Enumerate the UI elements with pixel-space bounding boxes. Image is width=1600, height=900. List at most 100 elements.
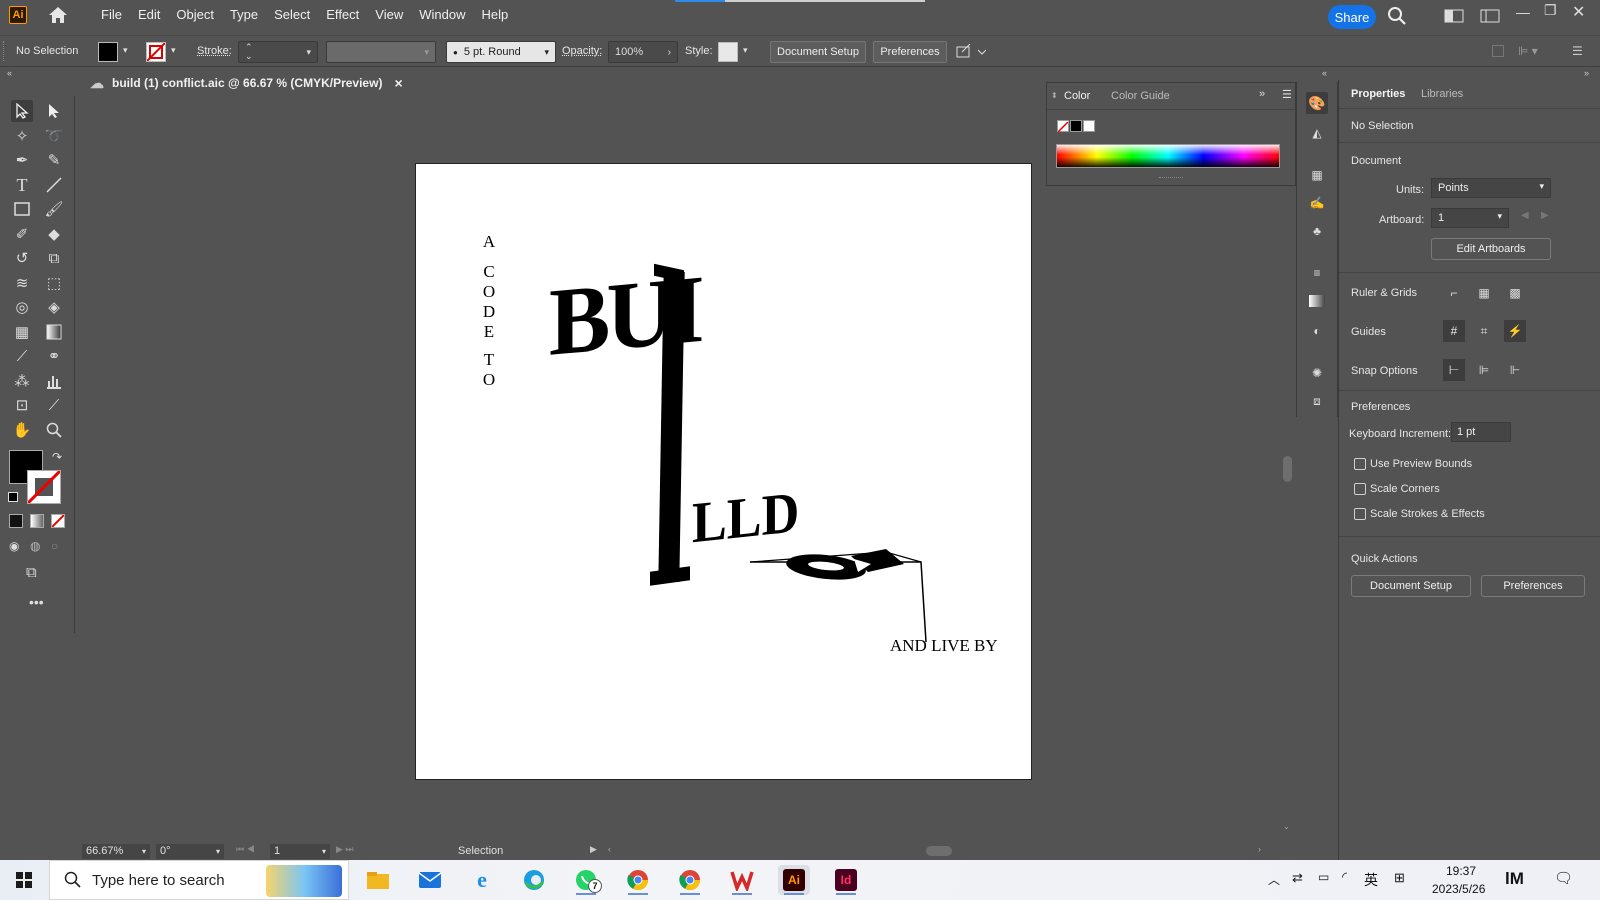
line-tool-icon[interactable] [43,174,65,196]
taskbar-time[interactable]: 19:37 [1446,864,1476,878]
menu-view[interactable]: View [367,0,411,30]
menu-file[interactable]: File [93,0,130,30]
color-panel-icon[interactable]: 🎨 [1306,92,1328,114]
mail-icon[interactable] [414,865,446,895]
snap-to-glyph-icon[interactable]: ⊩ [1504,359,1526,381]
rotate-tool-icon[interactable]: ↺ [11,247,33,269]
indesign-taskbar-icon[interactable]: Id [830,865,862,895]
widgets-icon[interactable]: lM [1505,869,1524,889]
edge-icon[interactable] [518,865,550,895]
last-artboard-icon[interactable]: ▶ ⏭ [336,844,354,855]
snap-to-pixel-icon[interactable]: ⊫ [1473,359,1495,381]
home-icon[interactable] [47,5,69,25]
use-preview-bounds-checkbox[interactable] [1354,458,1366,470]
panel-menu-icon[interactable]: ☰ [1572,44,1583,58]
stroke-weight-input[interactable]: ⌃ ⌄ ▾ [238,41,318,63]
menu-effect[interactable]: Effect [318,0,367,30]
shaper-tool-icon[interactable]: ✐ [11,223,33,245]
artboard[interactable]: A C O D E T O BUI LLD AND LIVE BY [415,163,1032,780]
chevron-right-icon[interactable]: › [668,47,671,58]
keyboard-increment-input[interactable]: 1 pt [1451,422,1511,442]
artwork-tagline[interactable]: AND LIVE BY [890,636,998,656]
chevron-down-icon[interactable]: ▾ [544,47,549,58]
tab-color-guide[interactable]: Color Guide [1111,90,1170,102]
menu-select[interactable]: Select [266,0,318,30]
quick-preferences-button[interactable]: Preferences [1481,575,1585,597]
zoom-tool-icon[interactable] [43,419,65,441]
vertical-scrollbar[interactable]: ⌄ [1281,186,1294,836]
preferences-button[interactable]: Preferences [873,41,947,63]
chevron-down-icon[interactable]: ▾ [424,47,429,58]
selection-tool-icon[interactable] [11,100,33,122]
scroll-right-icon[interactable]: › [1258,844,1261,854]
edit-artboards-button[interactable]: Edit Artboards [1431,238,1551,260]
rotation-dropdown[interactable]: 0° ▾ [156,844,224,859]
tab-libraries[interactable]: Libraries [1421,80,1463,108]
chevron-down-icon[interactable]: ▾ [306,47,311,58]
chevron-down-icon[interactable]: ▾ [171,45,176,56]
next-artboard-icon[interactable]: ▶ [1541,210,1549,221]
ime-mode-icon[interactable]: ⊞ [1394,870,1405,886]
show-guides-icon[interactable]: # [1443,320,1465,342]
brush-definition-dropdown[interactable]: ● 5 pt. Round ▾ [446,41,556,63]
hand-tool-icon[interactable]: ✋ [11,419,33,441]
lasso-tool-icon[interactable]: ➰ [43,125,65,147]
windows-start-icon[interactable] [16,872,32,891]
live-paint-tool-icon[interactable]: ◈ [43,296,65,318]
scroll-left-icon[interactable]: ‹ [608,844,611,854]
menu-help[interactable]: Help [473,0,516,30]
status-menu-icon[interactable]: ▶ [590,844,597,855]
rectangle-tool-icon[interactable] [11,198,33,220]
style-swatch[interactable] [718,42,738,62]
arrange-documents-icon[interactable] [1444,9,1464,26]
menu-window[interactable]: Window [411,0,473,30]
document-setup-button[interactable]: Document Setup [770,41,866,63]
brushes-icon[interactable]: ✍ [1306,192,1328,214]
menu-object[interactable]: Object [168,0,222,30]
white-swatch[interactable] [1083,120,1095,132]
collapse-left-icon[interactable]: « [7,68,12,78]
panel-resize-grip[interactable] [1159,177,1183,179]
tab-color[interactable]: Color [1064,90,1090,102]
fill-swatch[interactable] [98,42,118,62]
stepper-icon[interactable]: ⌃ ⌄ [245,43,253,61]
wps-office-icon[interactable] [726,865,758,895]
snap-to-point-icon[interactable]: ⊢ [1443,359,1465,381]
show-hidden-icons-icon[interactable]: ︿ [1268,871,1280,888]
edit-toolbar-icon[interactable]: ••• [29,594,44,610]
battery-icon[interactable]: ▭ [1318,870,1329,884]
scale-tool-icon[interactable]: ⧉ [43,247,65,269]
slice-tool-icon[interactable]: ⟋ [43,394,65,416]
none-mode-icon[interactable] [51,514,65,528]
document-tab[interactable]: ☁ build (1) conflict.aic @ 66.67 % (CMYK… [80,70,410,98]
variable-width-profile[interactable]: ▾ [326,41,436,63]
stroke-label[interactable]: Stroke: [197,45,232,57]
horizontal-scrollbar[interactable]: ‹ › [608,844,1268,858]
first-artboard-icon[interactable]: ⏮ ◀ [236,844,255,855]
stroke-swatch[interactable] [146,42,166,62]
draw-inside-icon[interactable]: ○ [51,539,58,553]
chrome-icon[interactable] [622,865,654,895]
share-button[interactable]: Share [1328,5,1376,29]
panel-collapse-icon[interactable]: » [1259,88,1265,100]
color-mode-icon[interactable] [9,514,23,528]
scale-strokes-effects-checkbox[interactable] [1354,508,1366,520]
direct-selection-tool-icon[interactable] [43,100,65,122]
gradient-mode-icon[interactable] [30,514,44,528]
artboard-nav-dropdown[interactable]: 1 ▾ [270,844,330,859]
collapse-panels-icon[interactable]: « [1322,68,1327,78]
eyedropper-tool-icon[interactable]: ⟋ [11,345,33,367]
default-fill-stroke-icon[interactable] [8,492,18,502]
pen-tool-icon[interactable]: ✒ [11,149,33,171]
none-swatch[interactable] [1057,120,1069,133]
illustrator-taskbar-icon[interactable]: Ai [778,865,810,895]
previous-artboard-icon[interactable]: ◀ [1521,210,1529,221]
swap-fill-stroke-icon[interactable]: ↷ [52,450,62,464]
expand-panels-icon[interactable]: » [1584,68,1589,78]
paintbrush-tool-icon[interactable]: 🖌 [43,198,65,220]
internet-explorer-icon[interactable]: e [466,865,498,895]
file-explorer-icon[interactable] [362,865,394,895]
swatches-icon[interactable]: ▦ [1306,164,1328,186]
menu-edit[interactable]: Edit [130,0,168,30]
chevron-down-icon[interactable]: ▾ [743,45,748,56]
